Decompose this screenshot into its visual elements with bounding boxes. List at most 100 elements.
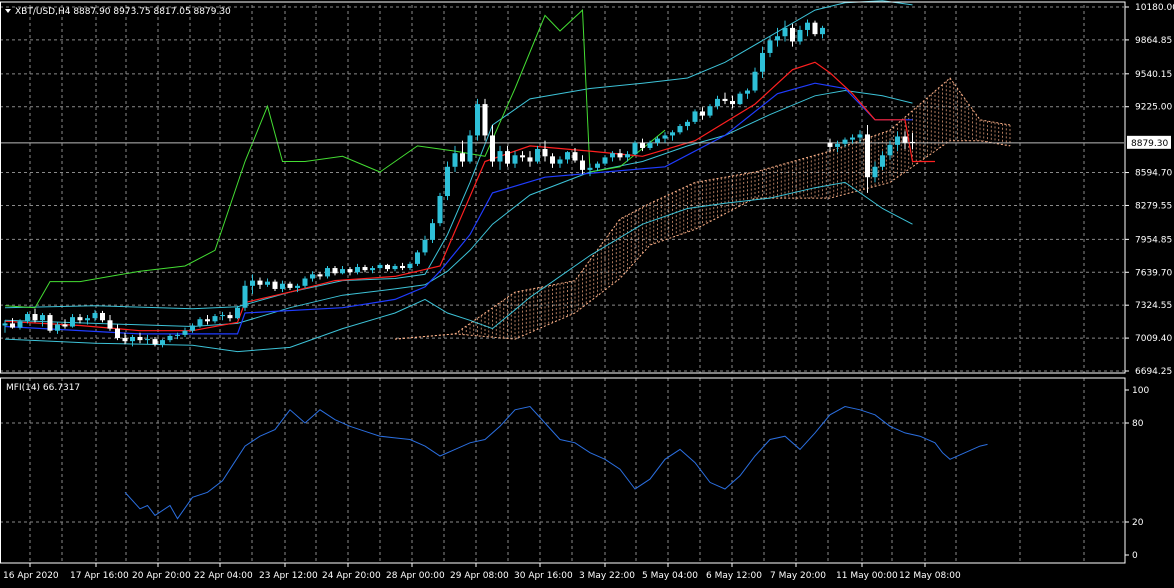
x-tick-label: 12 May 08:00	[899, 571, 961, 581]
candle-body	[910, 141, 915, 143]
current-price-tag: 8879.30	[1127, 135, 1171, 149]
candle[interactable]	[692, 109, 698, 124]
candle-body	[205, 319, 210, 322]
candle-body	[212, 316, 218, 322]
candle-body	[707, 106, 713, 116]
candle-body	[137, 336, 143, 341]
candle-body	[715, 98, 720, 107]
candle-body	[167, 335, 173, 341]
candle-body	[145, 339, 150, 341]
y-tick-label: 8279.55	[1135, 201, 1172, 211]
candle-body	[55, 324, 60, 331]
candle-body	[160, 340, 165, 345]
candle-body	[595, 163, 600, 168]
chart-background	[0, 0, 1174, 584]
candle-body	[62, 324, 68, 327]
x-tick-label: 5 May 04:00	[642, 571, 698, 581]
mfi-y-tick-label: 0	[1132, 551, 1138, 561]
x-tick-label: 30 Apr 16:00	[514, 571, 573, 581]
candle-body	[512, 155, 518, 164]
x-tick-label: 7 May 20:00	[770, 571, 826, 581]
y-tick-label: 8594.70	[1135, 169, 1172, 179]
candle-body	[377, 264, 383, 269]
candle-body	[370, 268, 375, 271]
candle-body	[865, 134, 870, 178]
x-tick-label: 29 Apr 08:00	[450, 571, 509, 581]
mfi-y-tick-label: 80	[1132, 419, 1144, 429]
candle-body	[617, 153, 623, 158]
candle-body	[47, 315, 53, 331]
candle-body	[362, 267, 368, 271]
candle-body	[415, 252, 420, 264]
candle-body	[587, 167, 593, 170]
candle[interactable]	[812, 20, 818, 37]
candle-body	[310, 274, 315, 279]
candle-body	[655, 138, 660, 143]
candle-body	[422, 239, 428, 253]
candle-body	[130, 336, 135, 342]
candle-body	[670, 132, 675, 136]
candle-body	[85, 318, 90, 321]
candle-body	[227, 315, 233, 319]
y-tick-label: 9864.85	[1135, 36, 1172, 46]
candle[interactable]	[437, 192, 443, 227]
trading-chart[interactable]: 10180.00 9864.85 9540.15 9225.00 8594.70 8279…	[0, 0, 1174, 584]
candle-body	[565, 152, 570, 160]
candle-body	[527, 157, 533, 162]
mfi-y-tick-label: 100	[1132, 386, 1149, 396]
candle-body	[77, 317, 83, 321]
candle-body	[32, 314, 38, 321]
x-tick-label: 11 May 00:00	[836, 571, 898, 581]
candle-body	[677, 126, 683, 133]
candle-body	[445, 166, 450, 197]
candle-body	[430, 223, 435, 240]
symbol-info: XBT/USD,H4 8887.90 8973.75 8817.05 8879.…	[15, 7, 231, 17]
candle-body	[812, 22, 818, 35]
candle-body	[625, 154, 630, 158]
x-tick-label: 24 Apr 20:00	[322, 571, 381, 581]
candle-body	[347, 269, 353, 273]
x-tick-label: 17 Apr 16:00	[70, 571, 129, 581]
price-tag-label: 8879.30	[1131, 139, 1168, 149]
x-tick-label: 16 Apr 2020	[3, 571, 59, 581]
candle-body	[572, 152, 578, 161]
candle-body	[805, 22, 810, 30]
x-tick-label: 6 May 12:00	[706, 571, 762, 581]
candle-body	[700, 111, 705, 116]
candle-body	[287, 283, 293, 288]
candle-body	[407, 263, 413, 269]
chart-canvas[interactable]: 10180.00 9864.85 9540.15 9225.00 8594.70 8279…	[0, 0, 1174, 584]
candle-body	[152, 339, 158, 345]
candle-body	[790, 27, 795, 42]
candle[interactable]	[632, 140, 638, 156]
candle[interactable]	[415, 250, 420, 266]
candle[interactable]	[475, 98, 480, 141]
candle-body	[197, 319, 203, 326]
candle-body	[107, 320, 113, 329]
candle-body	[662, 135, 668, 139]
candle[interactable]	[445, 161, 450, 201]
candle-body	[880, 155, 885, 167]
candle[interactable]	[482, 98, 488, 141]
candle-body	[827, 142, 833, 147]
candle-body	[490, 135, 495, 162]
candle-body	[542, 149, 548, 157]
candle-body	[332, 268, 338, 274]
candle-body	[737, 93, 743, 105]
candle-body	[535, 149, 540, 162]
candle-body	[842, 139, 848, 144]
header: XBT/USD,H4 8887.90 8973.75 8817.05 8879.…	[5, 7, 231, 17]
candle[interactable]	[47, 312, 53, 333]
candle-body	[17, 321, 23, 328]
candle-body	[182, 330, 188, 335]
x-tick-label: 3 May 22:00	[579, 571, 635, 581]
candle-body	[452, 153, 458, 167]
mfi-y-tick-label: 20	[1132, 518, 1144, 528]
candle-body	[220, 315, 225, 317]
candle-body	[775, 36, 780, 41]
candle-body	[25, 314, 30, 322]
candle-body	[265, 281, 270, 285]
candle-body	[280, 283, 285, 289]
candle-body	[745, 90, 750, 94]
candle-body	[317, 274, 323, 277]
